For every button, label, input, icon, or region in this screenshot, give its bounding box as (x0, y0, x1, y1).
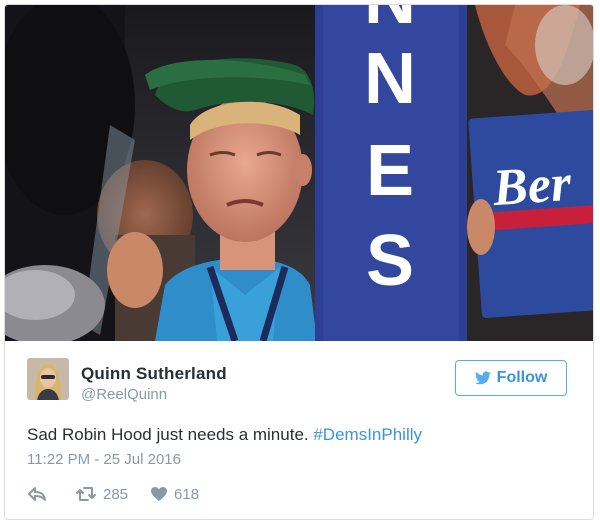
reply-icon (28, 487, 46, 501)
tweet-timestamp[interactable]: 11:22 PM - 25 Jul 2016 (27, 451, 181, 468)
avatar[interactable] (27, 358, 69, 400)
retweet-count: 285 (103, 485, 129, 503)
sign-letter-1: NNES (364, 5, 416, 301)
reply-button[interactable] (27, 486, 47, 502)
sign-letter-n-1: N (364, 39, 416, 119)
sign-letter-e-2: E (366, 131, 414, 211)
like-count: 618 (174, 485, 200, 503)
like-button[interactable]: 618 (150, 486, 199, 503)
tweet-header: Quinn Sutherland @ReelQuinn Follow (5, 342, 593, 403)
author-handle[interactable]: @ReelQuinn (81, 386, 167, 403)
tweet-text: Sad Robin Hood just needs a minute. #Dem… (27, 425, 422, 445)
retweet-button[interactable]: 285 (75, 486, 128, 503)
sign-letter-n-0: N (364, 5, 416, 39)
twitter-bird-icon (474, 371, 491, 385)
hashtag-link[interactable]: #DemsInPhilly (313, 425, 422, 444)
tweet-photo[interactable]: NNES Ber (5, 5, 593, 341)
heart-icon (151, 487, 168, 501)
bernie-sign-text: Ber (490, 155, 574, 217)
tweet-text-body: Sad Robin Hood just needs a minute. (27, 425, 314, 444)
follow-label: Follow (496, 369, 548, 386)
sign-letter-s-3: S (366, 221, 414, 301)
tweet-card: NNES Ber Quinn Sutherland @ReelQuinn (4, 4, 594, 520)
author-name[interactable]: Quinn Sutherland (81, 364, 227, 384)
tweet-actions: 285 618 (27, 483, 199, 505)
follow-button[interactable]: Follow (455, 360, 567, 396)
retweet-icon (76, 487, 96, 501)
